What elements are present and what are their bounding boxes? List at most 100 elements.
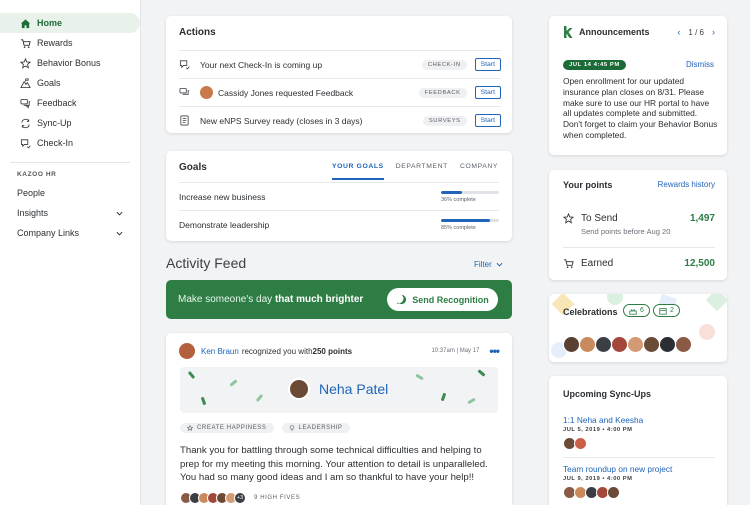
birthday-badge: 6 [623,304,650,317]
checkin-icon [19,137,31,149]
start-button[interactable]: Start [474,58,501,71]
sidebar-link-insights[interactable]: Insights [0,203,140,223]
start-button[interactable]: Start [474,86,501,99]
start-button[interactable]: Start [474,114,501,127]
goals-card: Goals YOUR GOALS DEPARTMENT COMPANY Incr… [166,151,512,241]
high-fives-row[interactable]: +3 9 HIGH FIVES [180,492,300,504]
avatar [643,336,660,353]
syncup-name[interactable]: 1:1 Neha and Keesha [563,415,715,425]
sidebar-item-behavior-bonus[interactable]: Behavior Bonus [0,53,140,73]
sidebar-link-people[interactable]: People [0,183,140,203]
sidebar: Home Rewards Behavior Bonus Goals Feedba… [0,0,141,505]
action-row[interactable]: New eNPS Survey ready (closes in 3 days)… [179,106,501,134]
recipient-banner: Neha Patel [180,367,498,413]
avatar [611,336,628,353]
post-action: recognized you with [241,346,313,356]
send-recognition-button[interactable]: Send Recognition [387,288,498,311]
action-text: Your next Check-In is coming up [200,59,323,70]
syncup-name[interactable]: Team roundup on new project [563,464,715,474]
star-icon [19,57,31,69]
syncup-item[interactable]: Team roundup on new project JUL 9, 2019 … [563,464,715,499]
goal-row[interactable]: Increase new business 36% complete [179,182,499,210]
sidebar-item-rewards[interactable]: Rewards [0,33,140,53]
celebrations-card[interactable]: Celebrations 6 2 [549,294,727,362]
points-header: Your points Rewards history [563,180,715,190]
avatar [607,486,620,499]
sidebar-link-label: Company Links [17,228,80,238]
goals-title: Goals [179,162,207,173]
avatar [200,86,213,99]
recipient: Neha Patel [288,378,388,400]
chevron-down-icon [496,262,503,267]
to-send-sub: Send points before Aug 20 [581,227,671,236]
cart-icon [19,37,31,49]
chat-icon [179,87,191,98]
announcement-pager: ‹ 1 / 6 › [677,27,715,37]
next-arrow-icon[interactable]: › [712,27,715,37]
sidebar-link-company-links[interactable]: Company Links [0,223,140,243]
syncup-avatars [563,437,715,450]
action-text: Cassidy Jones requested Feedback [218,87,354,98]
confetti [229,379,238,387]
rewards-history-link[interactable]: Rewards history [658,180,715,190]
birthday-count: 6 [640,307,644,314]
avatar [659,336,676,353]
sidebar-item-label: Behavior Bonus [37,58,101,68]
syncup-avatars [563,486,715,499]
action-row[interactable]: Your next Check-In is coming up CHECK-IN… [179,50,501,78]
home-icon [19,17,31,29]
send-recognition-label: Send Recognition [412,294,489,305]
recipient-name[interactable]: Neha Patel [319,381,388,397]
avatar [579,336,596,353]
kazoo-logo-icon [564,26,573,38]
more-options-icon[interactable]: ••• [489,344,500,358]
sidebar-item-feedback[interactable]: Feedback [0,93,140,113]
points-to-send: To Send Send points before Aug 20 1,497 [562,212,715,236]
sidebar-item-home[interactable]: Home [0,13,140,33]
avatar [288,378,310,400]
goal-tabs: YOUR GOALS DEPARTMENT COMPANY [332,163,498,180]
mountain-icon [19,77,31,89]
avatar [574,437,587,450]
sidebar-item-label: Feedback [37,98,77,108]
announcements-header: Announcements ‹ 1 / 6 › [563,26,715,38]
tab-department[interactable]: DEPARTMENT [396,163,448,180]
tab-your-goals[interactable]: YOUR GOALS [332,163,384,180]
post-author[interactable]: Ken Braun [201,347,239,356]
action-tag: FEEDBACK [418,87,467,98]
syncups-title: Upcoming Sync-Ups [563,389,652,399]
chevron-down-icon [116,211,123,216]
goal-row[interactable]: Demonstrate leadership 85% complete [179,210,499,238]
earned-value: 12,500 [684,258,715,269]
sidebar-item-label: Check-In [37,138,74,148]
avatar [563,336,580,353]
dismiss-link[interactable]: Dismiss [686,60,714,69]
filter-dropdown[interactable]: Filter [474,260,503,269]
filter-label: Filter [474,260,492,269]
syncup-time: JUL 5, 2019 • 4:00 PM [563,427,633,433]
action-tag: SURVEYS [422,115,467,126]
post-header: Ken Braun recognized you with 250 points… [179,343,500,359]
sidebar-link-label: People [17,188,46,198]
star-icon [187,425,193,431]
sidebar-item-goals[interactable]: Goals [0,73,140,93]
sidebar-item-check-in[interactable]: Check-In [0,133,140,153]
syncups-card: Upcoming Sync-Ups 1:1 Neha and Keesha JU… [549,376,727,505]
tab-company[interactable]: COMPANY [460,163,498,180]
progress-bar [441,190,499,194]
progress-fill [441,218,491,222]
divider [563,457,715,458]
goal-progress: 85% complete [441,218,499,231]
announcements-card: Announcements ‹ 1 / 6 › JUL 14 4:45 PM D… [549,16,727,155]
divider [563,247,715,248]
sidebar-item-sync-up[interactable]: Sync-Up [0,113,140,133]
sidebar-link-label: Insights [17,208,49,218]
prev-arrow-icon[interactable]: ‹ [677,27,680,37]
diamond-icon [289,425,294,431]
sidebar-divider [10,162,130,163]
value-tag: CREATE HAPPINESS [180,423,274,433]
cart-icon [563,258,575,271]
syncup-item[interactable]: 1:1 Neha and Keesha JUL 5, 2019 • 4:00 P… [563,415,715,450]
sidebar-section-label: KAZOO HR [17,171,57,178]
action-row[interactable]: Cassidy Jones requested Feedback FEEDBAC… [179,78,501,106]
